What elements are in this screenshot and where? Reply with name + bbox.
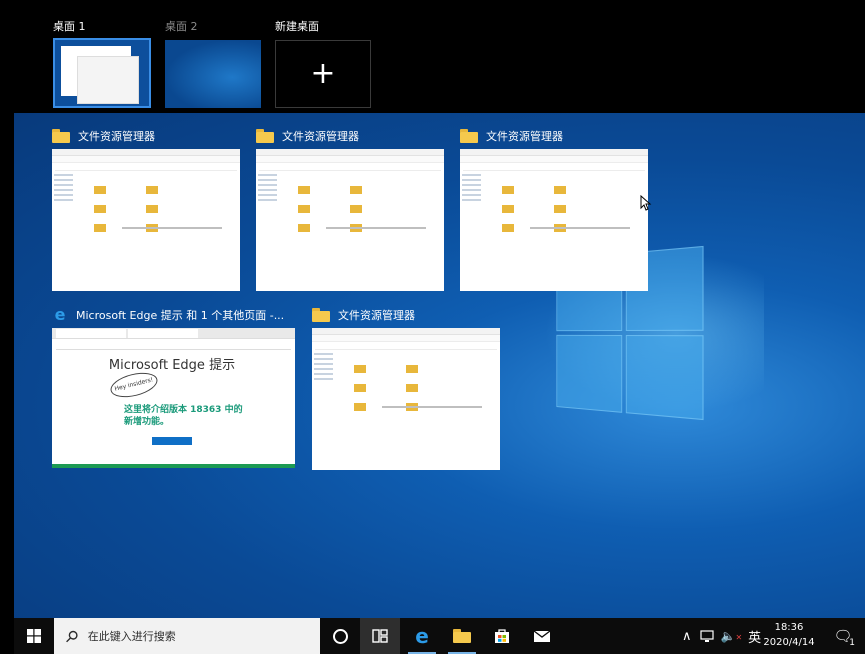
network-icon[interactable] [699, 629, 715, 643]
desktop-2-thumbnail[interactable] [165, 40, 261, 108]
clock-time: 18:36 [774, 622, 804, 633]
taskbar-mail[interactable] [522, 618, 562, 654]
task-view-area: 文件资源管理器 文件资源管理器 文件资源管理器 e Microsoft Edge… [14, 113, 865, 618]
new-desktop-button[interactable]: + [275, 40, 371, 108]
window-thumbnail[interactable]: Microsoft Edge 提示 Hey insiders! 这里将介绍版本 … [52, 328, 295, 468]
clock[interactable]: 18:36 2020/4/14 [759, 620, 819, 650]
window-thumbnail[interactable] [256, 149, 444, 291]
window-explorer-1[interactable]: 文件资源管理器 [52, 125, 240, 305]
window-title: 文件资源管理器 [282, 130, 359, 143]
start-button[interactable] [14, 618, 54, 654]
notification-count: 1 [849, 638, 855, 648]
cortana-button[interactable] [320, 618, 360, 654]
window-title: 文件资源管理器 [486, 130, 563, 143]
edge-page-heading: Microsoft Edge 提示 [108, 358, 236, 373]
search-placeholder: 在此键入进行搜索 [87, 630, 176, 643]
taskbar-edge[interactable]: e [402, 618, 442, 654]
chevron-up-icon[interactable]: ∧ [682, 629, 692, 644]
cortana-icon [332, 628, 348, 644]
search-icon: ⚲ [60, 625, 83, 647]
action-center-button[interactable]: 🗨 1 [825, 618, 861, 654]
folder-icon [460, 129, 478, 143]
edge-page-subtitle: 这里将介绍版本 18363 中的新增功能。 [124, 405, 243, 427]
window-title: 文件资源管理器 [338, 309, 415, 322]
folder-icon [312, 308, 330, 322]
desktop-1-thumbnail[interactable] [53, 38, 151, 108]
desktop-2-label: 桌面 2 [165, 20, 198, 33]
task-view-icon [372, 629, 388, 643]
edge-icon: e [54, 305, 66, 324]
plus-icon: + [310, 56, 336, 91]
taskbar: ⚲ 在此键入进行搜索 e ∧ 🔈✕ 英 18:36 2020/4/14 🗨 1 [14, 618, 865, 654]
folder-icon [256, 129, 274, 143]
window-thumbnail[interactable] [52, 149, 240, 291]
virtual-desktops-bar: 桌面 1 桌面 2 新建桌面 + [0, 0, 865, 113]
window-title: 文件资源管理器 [78, 130, 155, 143]
folder-icon [52, 129, 70, 143]
mouse-cursor [640, 194, 652, 215]
new-desktop-label: 新建桌面 [275, 20, 319, 33]
window-explorer-3[interactable]: 文件资源管理器 [460, 125, 648, 305]
window-edge[interactable]: e Microsoft Edge 提示 和 1 个其他页面 -... Micro… [52, 304, 296, 470]
volume-muted-icon[interactable]: 🔈✕ [721, 629, 743, 643]
edge-page-button [152, 437, 192, 445]
taskbar-file-explorer[interactable] [442, 618, 482, 654]
edge-icon: e [415, 624, 429, 648]
window-explorer-4[interactable]: 文件资源管理器 [312, 304, 500, 470]
window-explorer-2[interactable]: 文件资源管理器 [256, 125, 444, 305]
window-thumbnail[interactable] [460, 149, 648, 291]
taskbar-store[interactable] [482, 618, 522, 654]
window-thumbnail[interactable] [312, 328, 500, 470]
folder-icon [453, 629, 471, 643]
windows-start-icon [27, 629, 41, 643]
mail-icon [533, 629, 551, 642]
search-box[interactable]: ⚲ 在此键入进行搜索 [54, 618, 320, 654]
clock-date: 2020/4/14 [763, 637, 815, 648]
store-icon [495, 629, 509, 643]
task-view-button[interactable] [360, 618, 400, 654]
window-title: Microsoft Edge 提示 和 1 个其他页面 -... [76, 309, 285, 322]
insiders-badge: Hey insiders! [108, 368, 160, 402]
desktop-1-label: 桌面 1 [53, 20, 86, 33]
